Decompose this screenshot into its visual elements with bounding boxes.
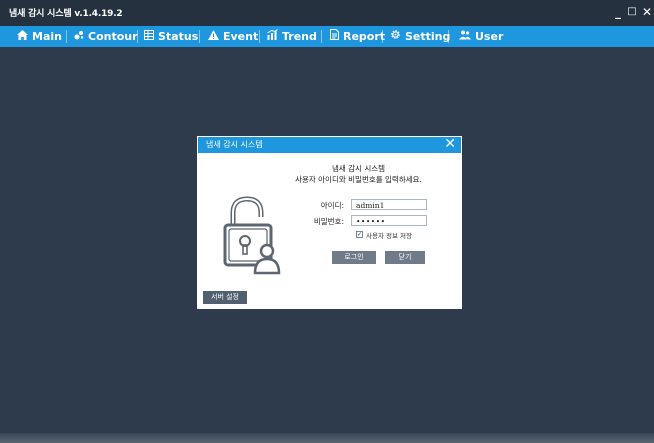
- menu-main[interactable]: Main: [17, 26, 62, 47]
- lock-user-icon: [221, 195, 281, 275]
- dialog-message: 사용자 아이디와 비밀번호를 입력하세요.: [295, 175, 422, 184]
- dialog-heading: 냄새 감시 시스템: [331, 164, 386, 173]
- menu-user-label: User: [475, 30, 504, 43]
- menu-contour-label: Contour: [88, 30, 138, 43]
- id-label: 아이디:: [320, 201, 344, 210]
- app-window: 냄새 감시 시스템 v.1.4.19.2 _ □ ✕ Main Contour …: [0, 0, 654, 443]
- dialog-header: 냄새 감시 시스템 ✕: [198, 136, 461, 153]
- menu-contour[interactable]: Contour: [74, 26, 138, 47]
- menu-user[interactable]: User: [459, 26, 503, 47]
- minimize-button[interactable]: _: [612, 3, 624, 21]
- menu-separator: [448, 30, 449, 43]
- gear-icon: [390, 26, 401, 47]
- id-field[interactable]: admin1: [351, 199, 427, 210]
- home-icon: [17, 26, 28, 47]
- login-button[interactable]: 로그인: [332, 251, 376, 264]
- remember-label: 사용자 정보 저장: [366, 232, 412, 240]
- bottom-status-strip: [0, 433, 654, 443]
- menu-main-label: Main: [32, 30, 62, 43]
- menu-trend-label: Trend: [282, 30, 317, 43]
- server-settings-button[interactable]: 서버 설정: [203, 291, 247, 304]
- close-dialog-button[interactable]: 닫기: [385, 251, 425, 264]
- menu-separator: [66, 30, 67, 43]
- dialog-close-icon[interactable]: ✕: [444, 136, 456, 152]
- status-grid-icon: [144, 26, 154, 47]
- remember-checkbox[interactable]: ✓: [356, 231, 363, 238]
- menu-separator: [137, 30, 138, 43]
- menu-setting[interactable]: Setting: [390, 26, 450, 47]
- menu-status-label: Status: [158, 30, 199, 43]
- menu-separator: [321, 30, 322, 43]
- dialog-title: 냄새 감시 시스템: [206, 140, 263, 149]
- trend-chart-icon: [267, 26, 278, 47]
- menu-status[interactable]: Status: [144, 26, 198, 47]
- dialog-body: 냄새 감시 시스템 사용자 아이디와 비밀번호를 입력하세요. 아이디: adm…: [198, 153, 461, 308]
- window-title: 냄새 감시 시스템 v.1.4.19.2: [9, 9, 123, 19]
- menu-setting-label: Setting: [405, 30, 451, 43]
- menu-report-label: Report: [343, 30, 386, 43]
- report-document-icon: [330, 26, 339, 47]
- menu-separator: [199, 30, 200, 43]
- password-field[interactable]: ••••••: [351, 215, 427, 226]
- login-dialog: 냄새 감시 시스템 ✕ 냄새 감시 시스템 사용자 아이디와 비밀번호를 입력하…: [197, 136, 462, 309]
- menu-event[interactable]: Event: [208, 26, 258, 47]
- menu-separator: [382, 30, 383, 43]
- password-label: 비밀번호:: [313, 217, 344, 226]
- maximize-button[interactable]: □: [626, 3, 638, 21]
- contour-icon: [74, 26, 84, 47]
- menu-trend[interactable]: Trend: [267, 26, 317, 47]
- title-bar: 냄새 감시 시스템 v.1.4.19.2 _ □ ✕: [0, 0, 654, 26]
- close-button[interactable]: ✕: [641, 3, 653, 21]
- menu-bar: Main Contour Status Event Trend Report S…: [0, 26, 654, 47]
- menu-separator: [259, 30, 260, 43]
- menu-report[interactable]: Report: [330, 26, 385, 47]
- users-icon: [459, 26, 471, 47]
- warning-icon: [208, 26, 219, 47]
- menu-event-label: Event: [223, 30, 259, 43]
